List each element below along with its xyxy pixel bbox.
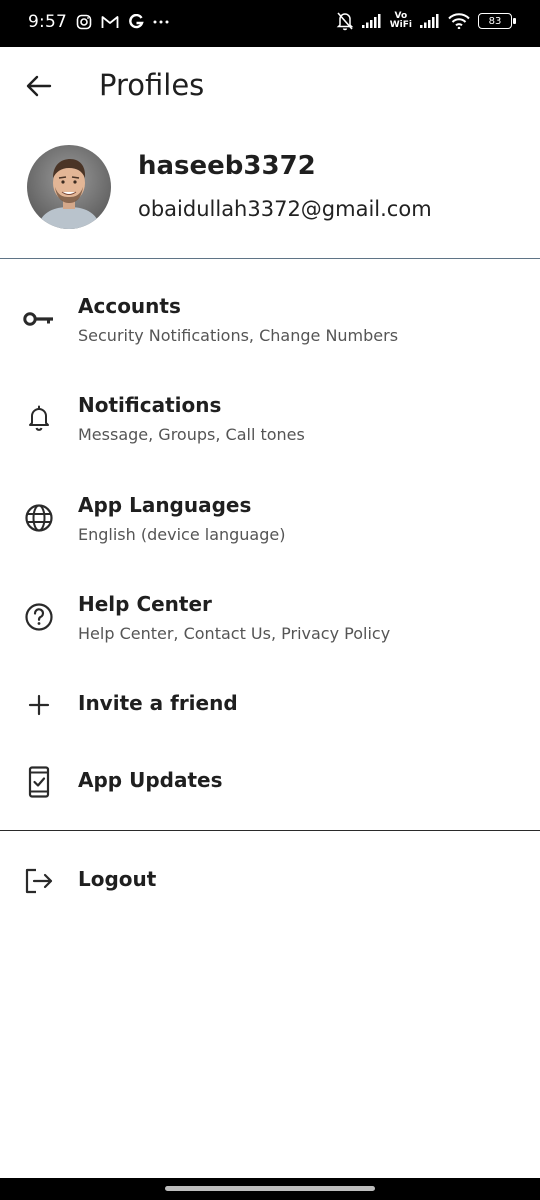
menu-title-invite-friend: Invite a friend (78, 691, 238, 715)
key-icon (22, 302, 56, 336)
menu-subtitle-help-center: Help Center, Contact Us, Privacy Policy (78, 624, 391, 643)
divider (0, 258, 540, 259)
menu-item-help-center[interactable]: Help Center Help Center, Contact Us, Pri… (0, 578, 540, 668)
status-right: Vo WiFi 83 (336, 11, 516, 31)
vowifi-bottom: WiFi (389, 20, 412, 30)
bell-icon (22, 401, 56, 435)
logout-button[interactable]: Logout (0, 854, 540, 908)
avatar[interactable] (27, 145, 111, 229)
menu-item-app-languages[interactable]: App Languages English (device language) (0, 479, 540, 569)
menu-subtitle-app-languages: English (device language) (78, 525, 286, 544)
signal-1-icon (361, 14, 382, 28)
instagram-icon (76, 14, 92, 30)
profile-header[interactable]: haseeb3372 obaidullah3372@gmail.com (0, 140, 540, 258)
status-left: 9:57 (28, 12, 169, 32)
menu-item-accounts[interactable]: Accounts Security Notifications, Change … (0, 280, 540, 370)
phone-check-icon (22, 765, 56, 799)
menu-title-logout: Logout (78, 867, 157, 891)
menu-title-app-updates: App Updates (78, 768, 223, 792)
vowifi-indicator: Vo WiFi (390, 12, 412, 30)
menu-title-accounts: Accounts (78, 294, 181, 318)
app-bar: Profiles (0, 47, 540, 127)
gesture-nav-bar (0, 1178, 540, 1200)
menu-item-app-updates[interactable]: App Updates (0, 755, 540, 809)
menu-subtitle-accounts: Security Notifications, Change Numbers (78, 326, 399, 345)
battery-level: 83 (488, 15, 502, 27)
arrow-left-icon (26, 75, 52, 97)
menu-title-app-languages: App Languages (78, 493, 252, 517)
page-title: Profiles (99, 68, 205, 102)
muted-bell-icon (336, 11, 354, 31)
google-icon (128, 14, 144, 30)
globe-icon (22, 501, 56, 535)
profile-email: obaidullah3372@gmail.com (138, 197, 432, 221)
menu-subtitle-notifications: Message, Groups, Call tones (78, 425, 305, 444)
status-bar: 9:57 Vo WiFi 83 (0, 0, 540, 47)
signal-2-icon (420, 14, 440, 28)
home-indicator[interactable] (165, 1186, 375, 1191)
menu-item-notifications[interactable]: Notifications Message, Groups, Call tone… (0, 379, 540, 469)
menu-title-notifications: Notifications (78, 393, 222, 417)
profile-username: haseeb3372 (138, 151, 316, 181)
menu-title-help-center: Help Center (78, 592, 212, 616)
battery-icon: 83 (478, 13, 516, 29)
logout-icon (22, 864, 56, 898)
plus-icon (22, 688, 56, 722)
wifi-icon (448, 13, 470, 29)
divider (0, 830, 540, 831)
back-button[interactable] (22, 69, 56, 103)
help-circle-icon (22, 600, 56, 634)
status-time: 9:57 (28, 12, 67, 32)
more-dots-icon (153, 19, 169, 25)
gmail-icon (101, 15, 119, 29)
menu-item-invite-friend[interactable]: Invite a friend (0, 678, 540, 732)
